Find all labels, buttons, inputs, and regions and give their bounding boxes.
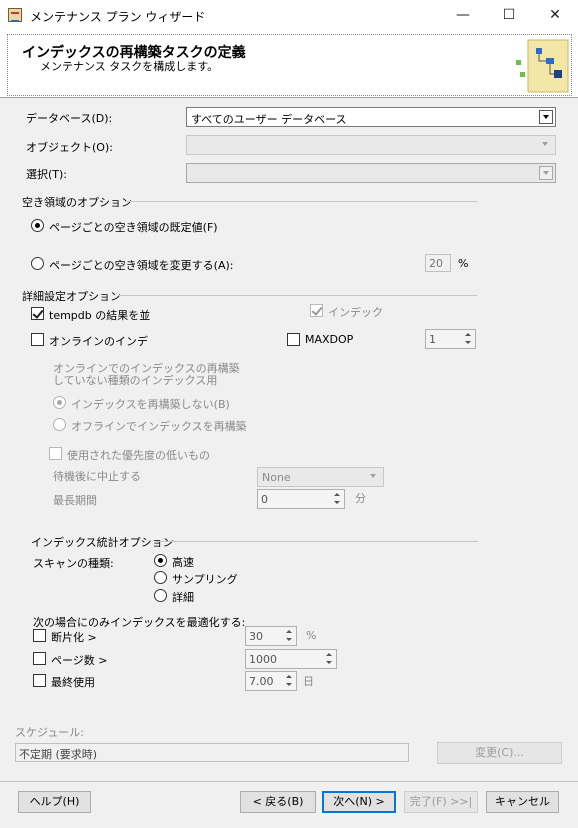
free-space-default-label: ページごとの空き領域の既定値(F) bbox=[49, 221, 218, 234]
low-priority-checkbox[interactable] bbox=[49, 447, 62, 460]
fragmentation-stepper[interactable]: 30 bbox=[245, 626, 297, 646]
online-index-label: オンラインのインデ bbox=[49, 335, 148, 348]
offline-rebuild-label: オフラインでインデックスを再構築 bbox=[71, 420, 247, 433]
index-checkbox[interactable] bbox=[310, 304, 323, 317]
max-duration-value: 0 bbox=[261, 493, 268, 506]
low-priority-label: 使用された優先度の低いもの bbox=[67, 449, 210, 462]
max-duration-stepper[interactable]: 0 bbox=[257, 489, 345, 509]
abort-after-wait-combo[interactable]: None bbox=[257, 467, 384, 487]
chevron-down-icon[interactable] bbox=[539, 138, 553, 152]
close-icon[interactable]: ✕ bbox=[532, 0, 578, 30]
fragmentation-label: 断片化 > bbox=[51, 631, 97, 644]
advanced-group-label: 詳細設定オプション bbox=[22, 290, 121, 303]
online-note-line2: していない種類のインデックス用 bbox=[53, 374, 218, 387]
days-unit: 日 bbox=[303, 675, 314, 688]
page-count-label: ページ数 > bbox=[51, 654, 108, 667]
wizard-banner-icon bbox=[516, 39, 569, 93]
scan-detailed-label: 詳細 bbox=[172, 591, 194, 604]
maximize-icon[interactable]: ☐ bbox=[486, 0, 532, 30]
scan-sampling-label: サンプリング bbox=[172, 573, 238, 586]
maxdop-stepper[interactable]: 1 bbox=[425, 329, 476, 349]
scan-type-label: スキャンの種類: bbox=[33, 557, 114, 570]
tempdb-sort-label: tempdb の結果を並 bbox=[49, 309, 151, 322]
stepper-up-icon[interactable] bbox=[283, 628, 295, 636]
free-space-change-label: ページごとの空き領域を変更する(A): bbox=[49, 259, 234, 272]
chevron-down-icon[interactable] bbox=[367, 470, 381, 484]
last-used-label: 最終使用 bbox=[51, 676, 95, 689]
footer-divider bbox=[0, 781, 578, 782]
fragmentation-unit: % bbox=[306, 629, 317, 642]
page-count-value: 1000 bbox=[249, 653, 277, 666]
change-schedule-button[interactable]: 変更(C)... bbox=[437, 742, 562, 764]
page-count-stepper[interactable]: 1000 bbox=[245, 649, 337, 669]
stepper-down-icon[interactable] bbox=[462, 339, 474, 347]
abort-after-wait-label: 待機後に中止する bbox=[53, 470, 141, 483]
finish-button[interactable]: 完了(F) >>| bbox=[404, 791, 478, 813]
percent-unit: % bbox=[458, 257, 469, 270]
group-divider bbox=[125, 201, 477, 202]
group-divider bbox=[156, 541, 478, 542]
scan-sampling-radio[interactable] bbox=[154, 571, 167, 584]
chevron-down-icon[interactable] bbox=[539, 166, 553, 180]
no-rebuild-label: インデックスを再構築しない(B) bbox=[71, 398, 230, 411]
scan-fast-label: 高速 bbox=[172, 556, 194, 569]
fragmentation-value: 30 bbox=[249, 630, 263, 643]
free-space-group-label: 空き領域のオプション bbox=[22, 196, 132, 209]
maxdop-label: MAXDOP bbox=[305, 333, 354, 346]
database-value: すべてのユーザー データベース bbox=[191, 113, 347, 126]
scan-fast-radio[interactable] bbox=[154, 554, 167, 567]
database-label: データベース(D): bbox=[26, 112, 113, 125]
group-divider bbox=[118, 295, 477, 296]
free-space-default-radio[interactable] bbox=[31, 219, 44, 232]
last-used-checkbox[interactable] bbox=[33, 674, 46, 687]
next-button[interactable]: 次へ(N) > bbox=[322, 791, 396, 813]
stepper-up-icon[interactable] bbox=[462, 331, 474, 339]
stats-group-label: インデックス統計オプション bbox=[31, 536, 174, 549]
minutes-unit: 分 bbox=[355, 492, 366, 505]
last-used-value: 7.00 bbox=[249, 675, 274, 688]
index-label: インデック bbox=[328, 306, 383, 319]
database-combo[interactable]: すべてのユーザー データベース bbox=[186, 107, 556, 127]
stepper-down-icon[interactable] bbox=[283, 681, 295, 689]
stepper-down-icon[interactable] bbox=[331, 499, 343, 507]
no-rebuild-radio[interactable] bbox=[53, 396, 66, 409]
stepper-up-icon[interactable] bbox=[323, 651, 335, 659]
object-label: オブジェクト(O): bbox=[26, 141, 113, 154]
maxdop-value: 1 bbox=[429, 333, 436, 346]
chevron-down-icon[interactable] bbox=[539, 110, 553, 124]
stepper-up-icon[interactable] bbox=[331, 491, 343, 499]
fragmentation-checkbox[interactable] bbox=[33, 629, 46, 642]
schedule-label: スケジュール: bbox=[15, 726, 84, 739]
maxdop-checkbox[interactable] bbox=[287, 333, 300, 346]
app-icon bbox=[8, 8, 22, 22]
free-space-percent-input[interactable]: 20 bbox=[425, 254, 451, 272]
cancel-button[interactable]: キャンセル bbox=[486, 791, 559, 813]
offline-rebuild-radio[interactable] bbox=[53, 418, 66, 431]
stepper-down-icon[interactable] bbox=[323, 659, 335, 667]
abort-after-wait-value: None bbox=[262, 471, 291, 484]
help-button[interactable]: ヘルプ(H) bbox=[18, 791, 91, 813]
back-button[interactable]: < 戻る(B) bbox=[240, 791, 316, 813]
object-combo[interactable] bbox=[186, 135, 556, 155]
last-used-stepper[interactable]: 7.00 bbox=[245, 671, 297, 691]
selection-combo[interactable] bbox=[186, 163, 556, 183]
page-count-checkbox[interactable] bbox=[33, 652, 46, 665]
schedule-value-field: 不定期 (要求時) bbox=[15, 743, 409, 762]
stepper-up-icon[interactable] bbox=[283, 673, 295, 681]
max-duration-label: 最長期間 bbox=[53, 494, 97, 507]
tempdb-sort-checkbox[interactable] bbox=[31, 307, 44, 320]
stepper-down-icon[interactable] bbox=[283, 636, 295, 644]
selection-label: 選択(T): bbox=[26, 168, 68, 181]
online-index-checkbox[interactable] bbox=[31, 333, 44, 346]
window-title: メンテナンス プラン ウィザード bbox=[30, 10, 206, 24]
scan-detailed-radio[interactable] bbox=[154, 589, 167, 602]
minimize-icon[interactable]: — bbox=[440, 0, 486, 30]
free-space-change-radio[interactable] bbox=[31, 257, 44, 270]
optimize-heading: 次の場合にのみインデックスを最適化する: bbox=[33, 616, 246, 629]
page-subtitle: メンテナンス タスクを構成します。 bbox=[40, 60, 219, 73]
